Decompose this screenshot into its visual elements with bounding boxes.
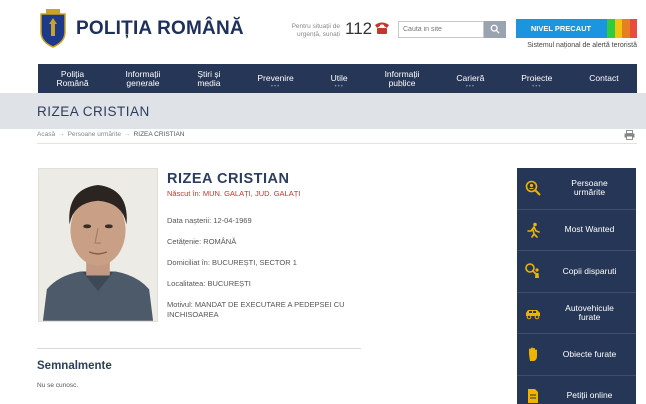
search-icon <box>490 24 500 34</box>
breadcrumb: Acasă → Persoane urmărite → RIZEA CRISTIAN <box>37 131 185 138</box>
dots-icon: ••• <box>67 83 78 90</box>
divider <box>37 348 361 349</box>
brand-name[interactable]: POLIȚIA ROMÂNĂ <box>76 18 244 40</box>
search-person-icon <box>525 180 541 196</box>
search-input[interactable] <box>398 21 484 38</box>
sidebar-item-persoane-urmarite[interactable]: Persoane urmărite <box>517 168 636 210</box>
breadcrumb-separator: → <box>58 131 65 138</box>
sidebar-item-label: Obiecte furate <box>562 348 617 359</box>
emergency-number[interactable]: 112 <box>345 19 372 39</box>
sidebar-item-label: Petiții online <box>566 390 613 401</box>
breadcrumb-separator: → <box>124 131 131 138</box>
nav-item-utile[interactable]: Utile ••• <box>312 64 366 93</box>
hand-icon <box>529 347 537 362</box>
phone-icon <box>375 22 389 34</box>
domicile: Domiciliat în: BUCUREȘTI, SECTOR 1 <box>167 258 297 267</box>
sidebar-item-obiecte-furate[interactable]: Obiecte furate <box>517 334 636 376</box>
print-icon[interactable] <box>624 130 635 140</box>
breadcrumb-section[interactable]: Persoane urmărite <box>68 131 121 138</box>
suspect-photo <box>38 168 158 322</box>
coat-of-arms-logo[interactable] <box>38 8 68 48</box>
breadcrumb-current: RIZEA CRISTIAN <box>133 131 185 138</box>
sidebar-item-label: Autovehicule furate <box>565 302 614 322</box>
semnalmente-title: Semnalmente <box>37 360 112 372</box>
sidebar-item-copii-disparuti[interactable]: Copii disparuti <box>517 251 636 293</box>
alert-level-box[interactable]: NIVEL PRECAUT <box>516 19 637 38</box>
sidebar-item-label: Persoane urmărite <box>571 178 608 198</box>
sidebar-item-label: Most Wanted <box>564 224 615 235</box>
locality: Localitatea: BUCUREȘTI <box>167 279 251 288</box>
dots-icon: ••• <box>532 83 542 90</box>
alert-system-link[interactable]: Sistemul național de alertă teroristă <box>500 42 637 49</box>
alert-level-label: NIVEL PRECAUT <box>530 24 592 33</box>
nav-item-proiecte[interactable]: Proiecte ••• <box>503 64 571 93</box>
dots-icon: ••• <box>204 83 214 90</box>
site-header: POLIȚIA ROMÂNĂ Pentru situații de urgenț… <box>0 0 646 62</box>
nav-item-informatii-generale[interactable]: Informații generale ••• <box>107 64 179 93</box>
dots-icon: ••• <box>138 83 148 90</box>
sidebar-item-autovehicule-furate[interactable]: Autovehicule furate <box>517 292 636 334</box>
birth-place: Născut în: MUN. GALAȚI, JUD. GALAȚI <box>167 189 301 198</box>
dots-icon: ••• <box>465 83 476 90</box>
dots-icon: ••• <box>270 83 281 90</box>
sidebar-item-most-wanted[interactable]: Most Wanted <box>517 209 636 251</box>
sidebar-item-label: Copii disparuti <box>562 265 617 276</box>
sidebar-menu: Persoane urmărite Most Wanted Copii disp… <box>517 168 636 404</box>
birth-date: Data nașterii: 12-04-1969 <box>167 216 252 225</box>
search-button[interactable] <box>484 21 506 38</box>
child-search-icon <box>525 263 539 279</box>
sidebar-item-petitii-online[interactable]: Petiții online <box>517 375 636 404</box>
warrant-reason: Motivul: MANDAT DE EXECUTARE A PEDEPSEI … <box>167 300 345 319</box>
nav-item-cariera[interactable]: Carieră ••• <box>438 64 503 93</box>
citizenship: Cetățenie: ROMÂNĂ <box>167 237 237 246</box>
main-nav: Poliția Română ••• Informații generale •••… <box>38 64 637 93</box>
divider <box>37 143 637 144</box>
nav-item-contact[interactable]: Contact <box>571 64 637 93</box>
running-person-icon <box>527 222 540 238</box>
dots-icon: ••• <box>334 83 344 90</box>
breadcrumb-home[interactable]: Acasă <box>37 131 55 138</box>
semnalmente-text: Nu se cunosc. <box>37 382 79 389</box>
nav-item-stiri-media[interactable]: Știri și media ••• <box>179 64 239 93</box>
suspect-name: RIZEA CRISTIAN <box>167 171 290 187</box>
document-icon <box>528 388 538 403</box>
nav-item-informatii-publice[interactable]: Informații publice ••• <box>366 64 438 93</box>
alert-level-bars <box>607 19 637 38</box>
car-icon <box>526 309 540 320</box>
page-title: RIZEA CRISTIAN <box>37 104 150 119</box>
emergency-text: Pentru situații de urgență, sunați <box>291 23 340 38</box>
nav-item-politia-romana[interactable]: Poliția Română ••• <box>38 64 107 93</box>
dots-icon: ••• <box>397 83 407 90</box>
nav-item-prevenire[interactable]: Prevenire ••• <box>239 64 312 93</box>
